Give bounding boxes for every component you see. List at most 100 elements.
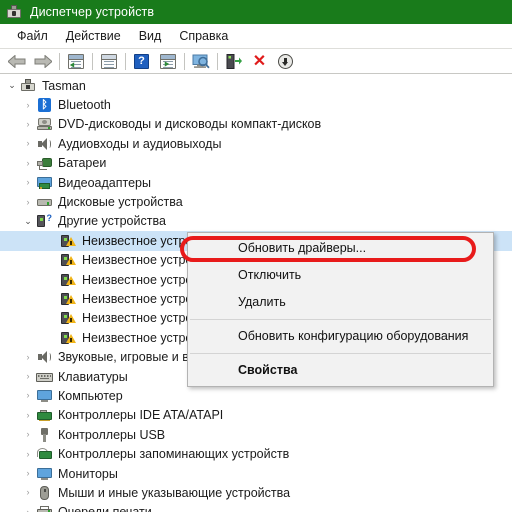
window-title: Диспетчер устройств xyxy=(30,5,155,19)
toolbar-separator xyxy=(92,52,93,70)
tree-row-label: Клавиатуры xyxy=(58,369,128,384)
toolbar-separator xyxy=(59,52,60,70)
keyboard-icon xyxy=(36,369,54,385)
context-menu-item-scan-hardware[interactable]: Обновить конфигурацию оборудования xyxy=(188,323,493,350)
chevron-right-icon[interactable]: › xyxy=(20,154,36,173)
chevron-right-icon[interactable]: › xyxy=(20,134,36,153)
back-arrow-icon[interactable] xyxy=(5,50,29,72)
chevron-right-icon[interactable]: › xyxy=(20,348,36,367)
context-menu-separator xyxy=(190,353,491,354)
computer-root-icon xyxy=(20,78,38,94)
tree-row-display-adapters[interactable]: › Видеоадаптеры xyxy=(0,173,512,192)
menu-view[interactable]: Вид xyxy=(130,27,171,45)
toolbar-separator xyxy=(184,52,185,70)
tree-row-mice[interactable]: › Мыши и иные указывающие устройства xyxy=(0,483,512,502)
tree-row-label: Bluetooth xyxy=(58,98,111,113)
chevron-right-icon[interactable]: › xyxy=(20,483,36,502)
tree-row-label: Другие устройства xyxy=(58,214,166,229)
tree-row-other-devices[interactable]: ⌄ ? Другие устройства xyxy=(0,212,512,231)
scan-hardware-changes-icon[interactable] xyxy=(189,50,213,72)
display-adapter-icon xyxy=(36,175,54,191)
tree-row-label: Контроллеры запоминающих устройств xyxy=(58,447,290,462)
context-menu-item-label: Свойства xyxy=(238,363,298,377)
ide-controller-icon xyxy=(36,407,54,423)
tree-row-label: Дисковые устройства xyxy=(58,195,183,210)
chevron-right-icon[interactable]: › xyxy=(20,406,36,425)
properties-window-icon[interactable] xyxy=(97,50,121,72)
context-menu-item-label: Отключить xyxy=(238,268,302,282)
chevron-right-icon[interactable]: › xyxy=(20,367,36,386)
chevron-down-icon[interactable]: ⌄ xyxy=(20,212,36,231)
uninstall-device-icon[interactable]: ✕ xyxy=(248,50,272,72)
update-driver-icon[interactable] xyxy=(222,50,246,72)
chevron-right-icon[interactable]: › xyxy=(20,96,36,115)
context-menu[interactable]: Обновить драйверы... Отключить Удалить О… xyxy=(180,232,494,387)
show-hidden-devices-icon[interactable] xyxy=(64,50,88,72)
chevron-down-icon[interactable]: ⌄ xyxy=(4,76,20,95)
tree-row-audio-io[interactable]: › Аудиовходы и аудиовыходы xyxy=(0,134,512,153)
device-manager-icon xyxy=(6,4,22,20)
unknown-device-icon xyxy=(60,291,78,307)
tree-row-computer[interactable]: › Компьютер xyxy=(0,386,512,405)
toolbar: ? ✕ xyxy=(0,48,512,74)
unknown-device-icon xyxy=(60,272,78,288)
unknown-device-icon xyxy=(60,310,78,326)
usb-controller-icon xyxy=(36,427,54,443)
chevron-right-icon[interactable]: › xyxy=(20,503,36,512)
menu-action[interactable]: Действие xyxy=(57,27,130,45)
chevron-right-icon[interactable]: › xyxy=(20,464,36,483)
tree-row-dvd-drives[interactable]: › DVD-дисководы и дисководы компакт-диск… xyxy=(0,115,512,134)
tree-row-print-queues[interactable]: › Очереди печати xyxy=(0,503,512,512)
tree-row-storage-controllers[interactable]: › Контроллеры запоминающих устройств xyxy=(0,444,512,463)
toolbar-separator xyxy=(125,52,126,70)
chevron-right-icon[interactable]: › xyxy=(20,425,36,444)
chevron-right-icon[interactable]: › xyxy=(20,115,36,134)
unknown-device-icon xyxy=(60,252,78,268)
title-bar: Диспетчер устройств xyxy=(0,0,512,24)
context-menu-item-label: Обновить драйверы... xyxy=(238,241,367,255)
tree-row-label: Мыши и иные указывающие устройства xyxy=(58,485,291,500)
tree-row-batteries[interactable]: › Батареи xyxy=(0,154,512,173)
bluetooth-icon: ᛒ xyxy=(36,97,54,113)
context-menu-separator xyxy=(190,319,491,320)
tree-row-label: Батареи xyxy=(58,156,107,171)
printer-icon xyxy=(36,504,54,512)
disable-device-icon[interactable] xyxy=(274,50,298,72)
menu-file[interactable]: Файл xyxy=(8,27,57,45)
chevron-right-icon[interactable]: › xyxy=(20,193,36,212)
monitor-icon xyxy=(36,466,54,482)
update-driver-window-icon[interactable] xyxy=(156,50,180,72)
tree-row-ide-controllers[interactable]: › Контроллеры IDE ATA/ATAPI xyxy=(0,406,512,425)
tree-row-bluetooth[interactable]: › ᛒ Bluetooth xyxy=(0,95,512,114)
device-manager-window: Диспетчер устройств Файл Действие Вид Сп… xyxy=(0,0,512,512)
tree-row-root[interactable]: ⌄ Tasman xyxy=(0,76,512,95)
unknown-device-icon xyxy=(60,330,78,346)
chevron-right-icon[interactable]: › xyxy=(20,173,36,192)
context-menu-item-uninstall[interactable]: Удалить xyxy=(188,289,493,316)
forward-arrow-icon[interactable] xyxy=(31,50,55,72)
disk-drive-icon xyxy=(36,194,54,210)
tree-row-label: Компьютер xyxy=(58,388,123,403)
battery-icon xyxy=(36,155,54,171)
menu-help[interactable]: Справка xyxy=(170,27,237,45)
monitor-icon xyxy=(36,388,54,404)
help-icon[interactable]: ? xyxy=(130,50,154,72)
toolbar-separator xyxy=(217,52,218,70)
tree-row-label: Аудиовходы и аудиовыходы xyxy=(58,136,222,151)
context-menu-item-disable[interactable]: Отключить xyxy=(188,262,493,289)
context-menu-item-update-drivers[interactable]: Обновить драйверы... xyxy=(180,235,493,262)
tree-row-usb-controllers[interactable]: › Контроллеры USB xyxy=(0,425,512,444)
mouse-icon xyxy=(36,485,54,501)
context-menu-item-properties[interactable]: Свойства xyxy=(188,357,493,384)
tree-row-monitors[interactable]: › Мониторы xyxy=(0,464,512,483)
menu-bar: Файл Действие Вид Справка xyxy=(0,24,512,48)
storage-controller-icon xyxy=(36,446,54,462)
dvd-drive-icon xyxy=(36,116,54,132)
chevron-right-icon[interactable]: › xyxy=(20,386,36,405)
unknown-device-icon xyxy=(60,233,78,249)
tree-row-label: Tasman xyxy=(42,78,86,93)
tree-row-disk-drives[interactable]: › Дисковые устройства xyxy=(0,192,512,211)
audio-icon xyxy=(36,136,54,152)
chevron-right-icon[interactable]: › xyxy=(20,445,36,464)
tree-row-label: DVD-дисководы и дисководы компакт-дисков xyxy=(58,117,322,132)
